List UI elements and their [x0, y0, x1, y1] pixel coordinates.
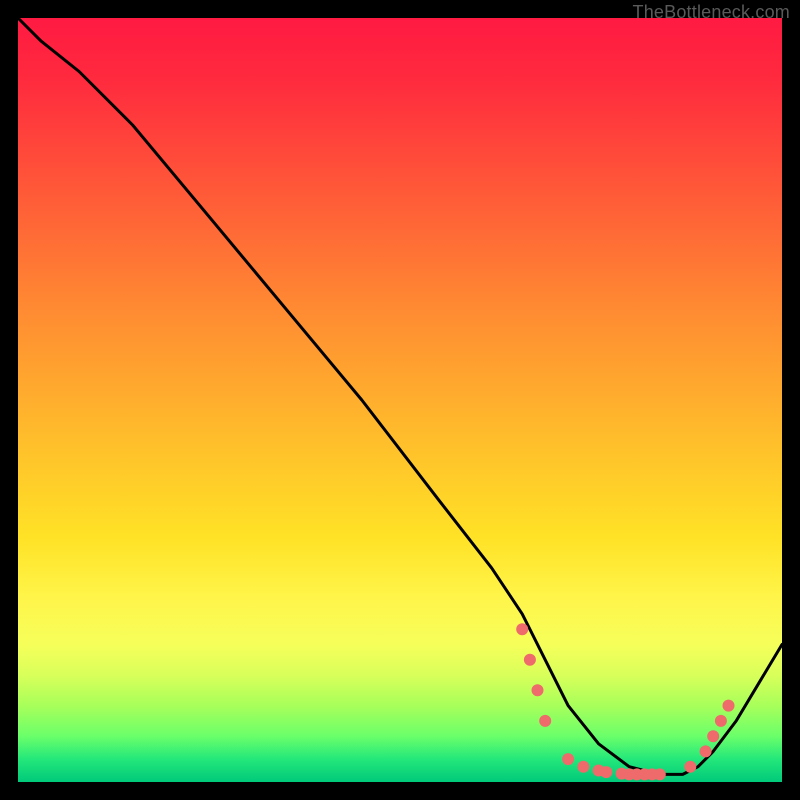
- chart-marker: [707, 730, 719, 742]
- chart-marker: [700, 745, 712, 757]
- chart-marker: [562, 753, 574, 765]
- chart-markers: [516, 623, 734, 780]
- chart-plot-area: [18, 18, 782, 782]
- chart-marker: [516, 623, 528, 635]
- chart-marker: [715, 715, 727, 727]
- watermark-text: TheBottleneck.com: [633, 2, 790, 23]
- chart-marker: [532, 684, 544, 696]
- chart-frame: TheBottleneck.com: [0, 0, 800, 800]
- chart-marker: [723, 700, 735, 712]
- chart-marker: [684, 761, 696, 773]
- chart-curve: [18, 18, 782, 774]
- chart-marker: [654, 768, 666, 780]
- chart-svg: [18, 18, 782, 782]
- chart-marker: [600, 766, 612, 778]
- chart-marker: [539, 715, 551, 727]
- chart-marker: [577, 761, 589, 773]
- chart-marker: [524, 654, 536, 666]
